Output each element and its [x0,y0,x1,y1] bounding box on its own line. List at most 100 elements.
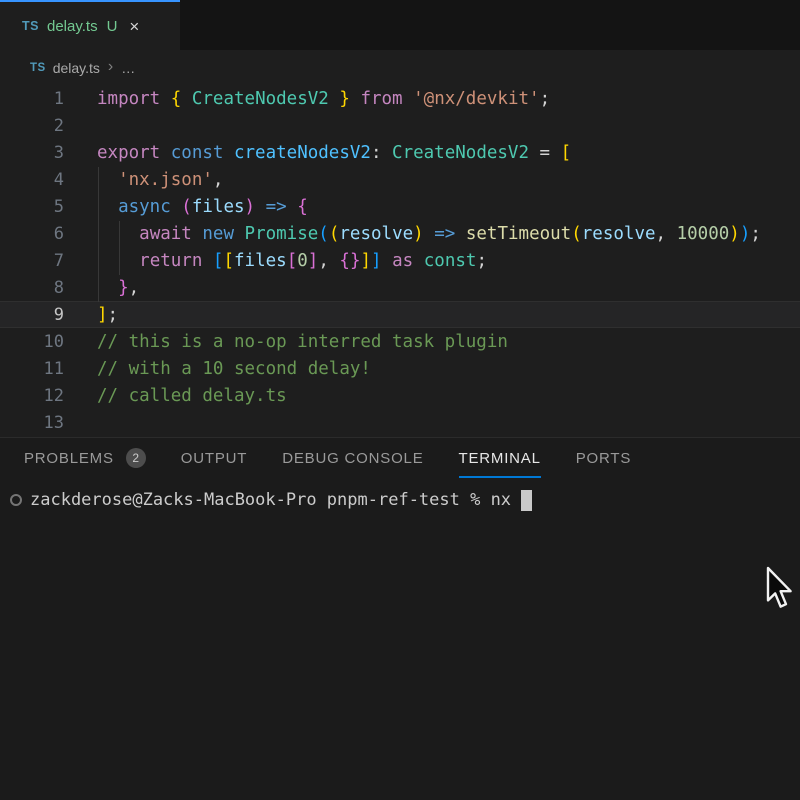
panel-tab-problems[interactable]: PROBLEMS2 [24,438,146,478]
line-number: 9 [0,305,64,325]
code-token: [ [561,143,572,163]
code-line-7[interactable]: 7 return [[files[0], {}]] as const; [0,247,800,274]
line-number: 12 [0,386,64,406]
code-token: from [350,89,413,109]
code-line-8[interactable]: 8 }, [0,274,800,301]
tab-filename: delay.ts [47,18,98,35]
code-line-12[interactable]: 12 // called delay.ts [0,382,800,409]
line-number: 8 [0,278,64,298]
panel-tab-output[interactable]: OUTPUT [181,438,247,478]
line-number: 5 [0,197,64,217]
panel-tab-terminal[interactable]: TERMINAL [459,438,541,478]
code-line-3[interactable]: 3export const createNodesV2: CreateNodes… [0,139,800,166]
code-token: } [118,278,129,298]
code-token: await [139,224,202,244]
code-token: new [202,224,244,244]
line-number: 11 [0,359,64,379]
code-token: // called delay.ts [97,386,287,406]
code-token: '@nx/devkit' [413,89,539,109]
code-token: [ [287,251,298,271]
code-token: CreateNodesV2 [181,89,339,109]
code-line-13[interactable]: 13 [0,409,800,436]
code-text: ]; [64,305,118,325]
code-line-1[interactable]: 1import { CreateNodesV2 } from '@nx/devk… [0,85,800,112]
code-text: return [[files[0], {}]] as const; [64,251,487,271]
code-token: resolve [582,224,656,244]
code-token: {} [339,251,360,271]
line-number: 6 [0,224,64,244]
code-token: async [118,197,181,217]
line-number: 13 [0,413,64,433]
code-token: CreateNodesV2 [392,143,529,163]
code-token: => [255,197,297,217]
code-token: ] [97,305,108,325]
code-line-2[interactable]: 2 [0,112,800,139]
indent-guide [119,221,120,275]
code-token: , [656,224,677,244]
code-token: { [297,197,308,217]
code-token: const [424,251,477,271]
close-icon[interactable]: × [129,18,139,35]
code-token: ( [318,224,329,244]
code-token: ) [245,197,256,217]
code-line-11[interactable]: 11 // with a 10 second delay! [0,355,800,382]
terminal-block-cursor [521,490,532,511]
code-token: ) [740,224,751,244]
code-token: Promise [245,224,319,244]
code-token: ; [108,305,119,325]
code-token [97,278,118,298]
vscode-window: TS delay.ts U × TS delay.ts › … 1import … [0,0,800,800]
line-number: 4 [0,170,64,190]
code-text: // this is a no-op interred task plugin [64,332,508,352]
code-token [97,170,118,190]
code-line-6[interactable]: 6 await new Promise((resolve) => setTime… [0,220,800,247]
code-line-9[interactable]: 9]; [0,301,800,328]
code-token: ] [371,251,382,271]
panel-tab-label: DEBUG CONSOLE [282,450,423,467]
line-number: 7 [0,251,64,271]
code-token: 0 [297,251,308,271]
line-number: 1 [0,89,64,109]
panel-tab-debug-console[interactable]: DEBUG CONSOLE [282,438,423,478]
code-token: ) [413,224,424,244]
code-token: ; [540,89,551,109]
code-editor[interactable]: 1import { CreateNodesV2 } from '@nx/devk… [0,85,800,437]
typescript-file-icon: TS [30,62,46,74]
breadcrumb-symbol[interactable]: … [121,60,135,76]
panel-tab-label: OUTPUT [181,450,247,467]
code-token: // with a 10 second delay! [97,359,371,379]
terminal-prompt-text: zackderose@Zacks-MacBook-Pro pnpm-ref-te… [30,490,511,510]
code-token: // this is a no-op interred task plugin [97,332,508,352]
code-text: // called delay.ts [64,386,287,406]
code-token: ( [571,224,582,244]
tab-delay-ts[interactable]: TS delay.ts U × [0,0,180,50]
git-status-badge: U [107,18,118,35]
code-token: resolve [339,224,413,244]
code-token: , [213,170,224,190]
code-text: async (files) => { [64,197,308,217]
code-token: const [171,143,234,163]
code-text: }, [64,278,139,298]
typescript-file-icon: TS [22,19,39,33]
code-token: { [171,89,182,109]
line-number: 3 [0,143,64,163]
code-token: : [371,143,392,163]
code-token: ( [329,224,340,244]
breadcrumb-file[interactable]: delay.ts [53,60,100,76]
code-line-10[interactable]: 10// this is a no-op interred task plugi… [0,328,800,355]
code-line-5[interactable]: 5 async (files) => { [0,193,800,220]
editor-lines: 1import { CreateNodesV2 } from '@nx/devk… [0,85,800,436]
code-token: [ [213,251,224,271]
terminal-prompt-line[interactable]: zackderose@Zacks-MacBook-Pro pnpm-ref-te… [10,488,532,512]
editor-tab-bar: TS delay.ts U × [0,0,800,50]
code-token [97,197,118,217]
panel-tab-ports[interactable]: PORTS [576,438,631,478]
code-token: setTimeout [466,224,571,244]
code-token: ] [308,251,319,271]
code-token: = [529,143,561,163]
code-line-4[interactable]: 4 'nx.json', [0,166,800,193]
problems-count-badge: 2 [126,448,146,468]
code-token: 10000 [677,224,730,244]
code-text: import { CreateNodesV2 } from '@nx/devki… [64,89,550,109]
code-text: await new Promise((resolve) => setTimeou… [64,224,761,244]
